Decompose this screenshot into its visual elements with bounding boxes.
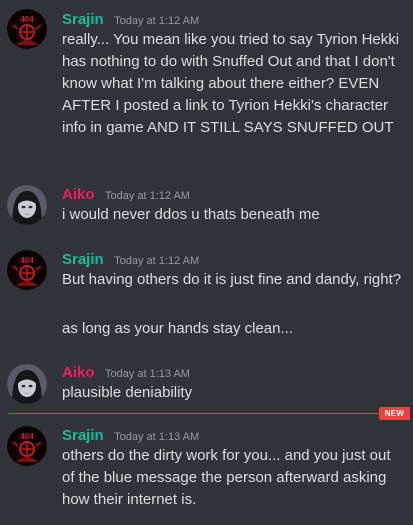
message-text: others do the dirty work for you... and … [62, 447, 391, 508]
message-header: Aiko Today at 1:12 AM [62, 186, 190, 206]
message-text: as long as your hands stay clean... [62, 320, 293, 337]
red-404-logo-avatar-icon: 404 [7, 250, 47, 290]
message-header: Aiko Today at 1:13 AM [62, 364, 190, 384]
new-messages-divider [8, 413, 382, 414]
dark-haired-girl-avatar-icon [7, 364, 47, 404]
aiko-avatar[interactable] [7, 185, 47, 225]
username[interactable]: Aiko [62, 364, 95, 381]
timestamp: Today at 1:13 AM [104, 368, 190, 380]
srajin-avatar[interactable]: 404 [7, 250, 47, 290]
username[interactable]: Aiko [62, 186, 95, 203]
chat-log: 404 Srajin Today at 1:12 AM really... Yo… [0, 0, 413, 525]
dark-haired-girl-avatar-icon [7, 185, 47, 225]
red-404-logo-avatar-icon: 404 [7, 9, 47, 49]
message-header: Srajin Today at 1:12 AM [62, 11, 199, 31]
timestamp: Today at 1:12 AM [114, 15, 200, 27]
message-text: plausible deniability [62, 384, 193, 401]
srajin-avatar[interactable]: 404 [7, 9, 47, 49]
username[interactable]: Srajin [62, 427, 104, 444]
timestamp: Today at 1:13 AM [114, 431, 200, 443]
new-messages-badge: NEW [379, 407, 410, 420]
message-text: i would never ddos u thats beneath me [62, 206, 320, 223]
aiko-avatar[interactable] [7, 364, 47, 404]
srajin-avatar[interactable]: 404 [7, 426, 47, 466]
message-text: But having others do it is just fine and… [62, 271, 402, 288]
avatar-404-text: 404 [20, 432, 34, 441]
username[interactable]: Srajin [62, 11, 104, 28]
username[interactable]: Srajin [62, 251, 104, 268]
timestamp: Today at 1:12 AM [114, 255, 200, 267]
message-header: Srajin Today at 1:13 AM [62, 427, 199, 447]
red-404-logo-avatar-icon: 404 [7, 426, 47, 466]
message-header: Srajin Today at 1:12 AM [62, 251, 199, 271]
avatar-404-text: 404 [20, 15, 34, 24]
timestamp: Today at 1:12 AM [104, 190, 190, 202]
message-text: really... You mean like you tried to say… [62, 31, 400, 136]
avatar-404-text: 404 [20, 256, 34, 265]
